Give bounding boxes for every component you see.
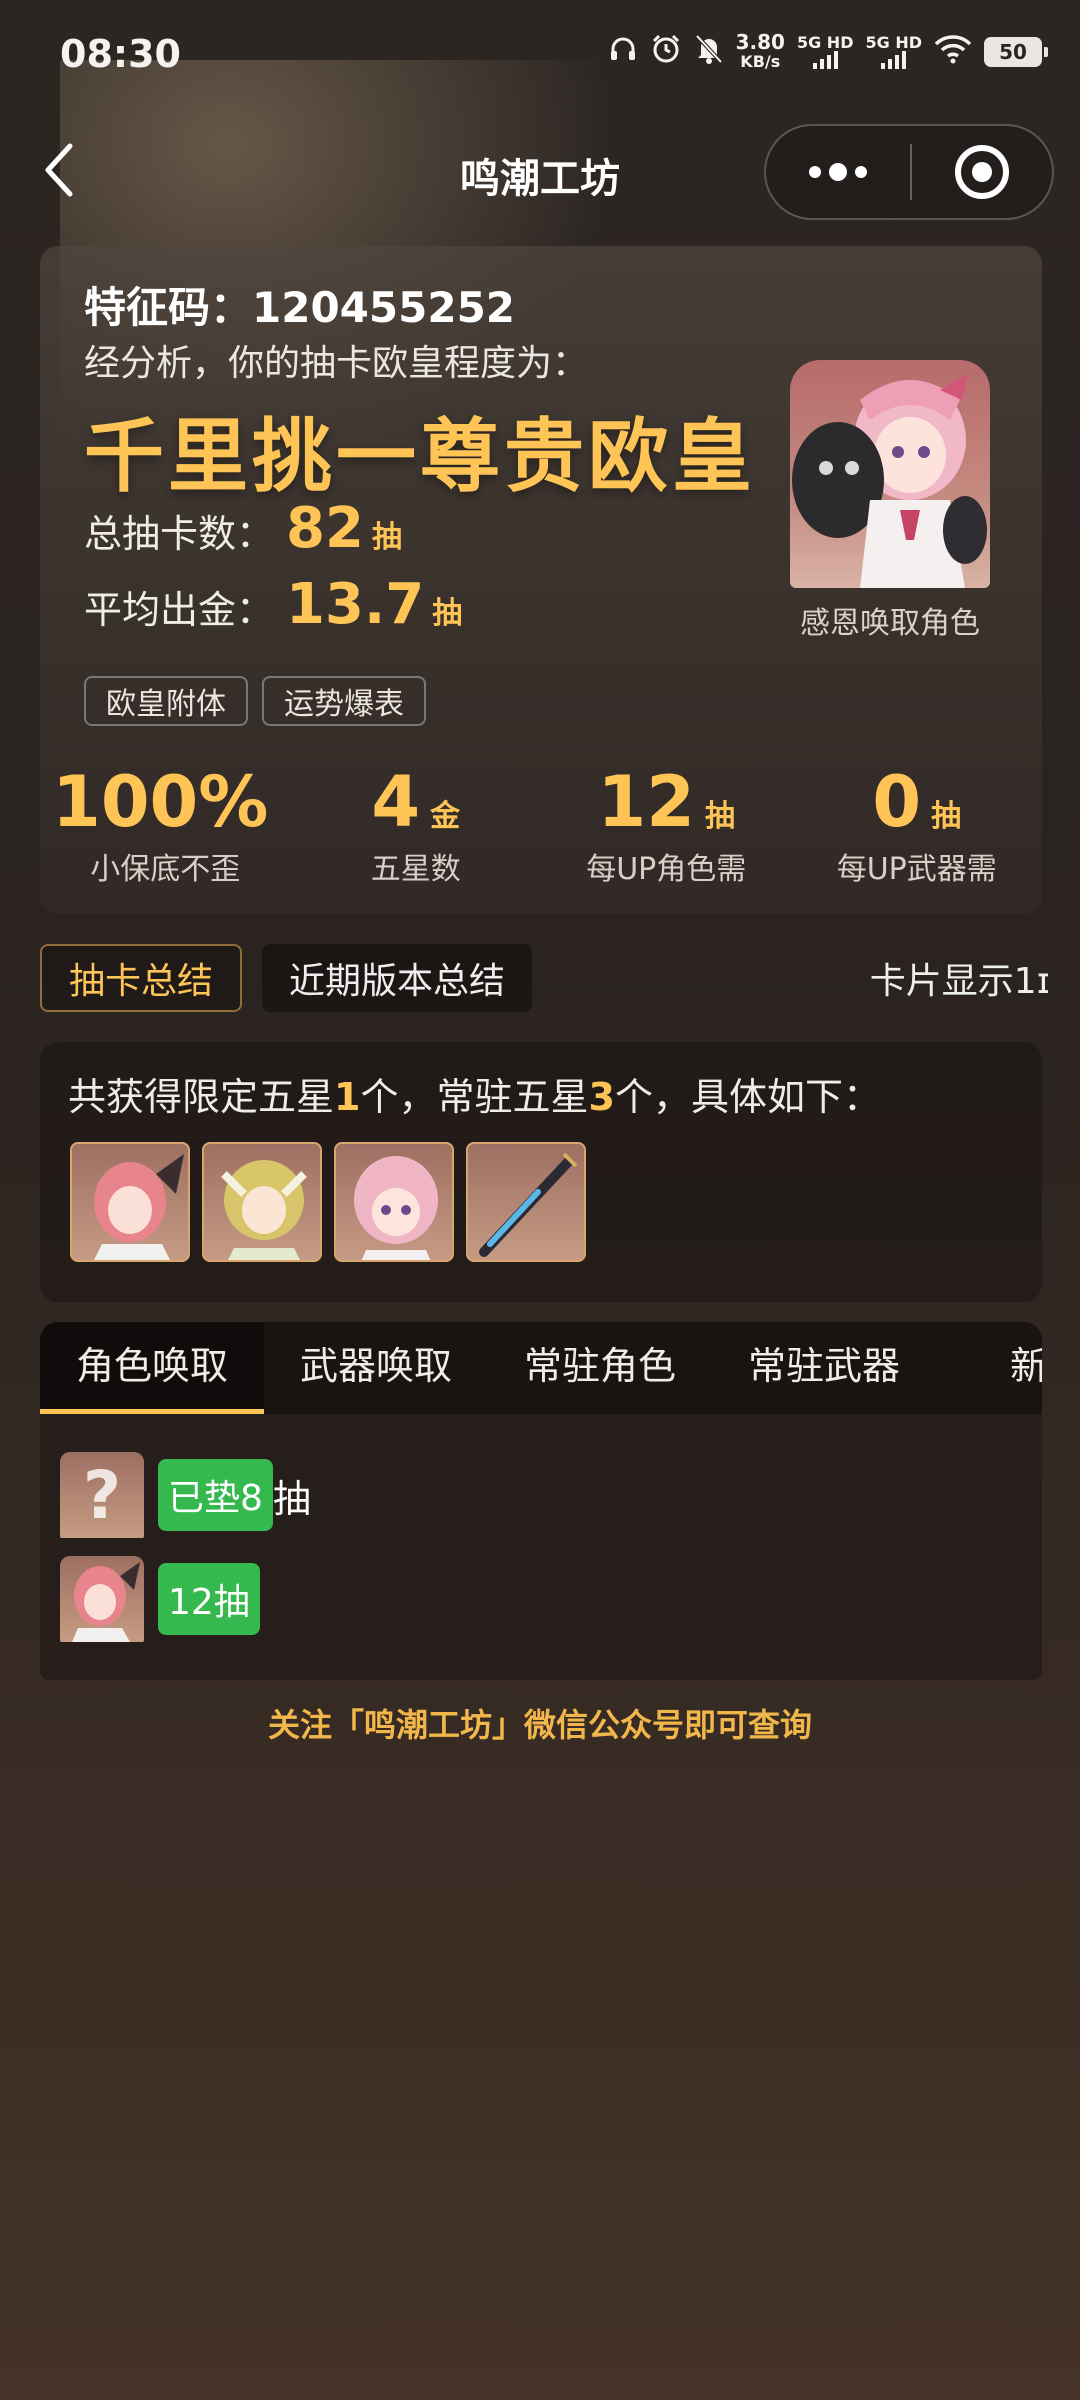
metric-value: 12 bbox=[597, 761, 695, 843]
total-pulls-label: 总抽卡数： bbox=[84, 512, 275, 556]
signal-1-label: 5G HD bbox=[796, 33, 854, 52]
signal-icon: 5G HD bbox=[796, 33, 854, 69]
tag: 欧皇附体 bbox=[84, 676, 248, 726]
wifi-icon bbox=[934, 34, 972, 71]
obtained-thumbnails bbox=[70, 1142, 586, 1262]
metrics-row: 100% 小保底不歪 4金 五星数 12 抽 每UP角色需 0抽 每UP武器需 bbox=[40, 762, 1042, 888]
summary-card: 特征码：120455252 经分析，你的抽卡欧皇程度为： 千里挑一尊贵欧皇 总抽… bbox=[40, 246, 1042, 914]
metric-value: 4 bbox=[371, 761, 421, 843]
footer-note: 关注「鸣潮工坊」微信公众号即可查询 bbox=[267, 1706, 812, 1744]
obtained-prefix: 共获得限定五星 bbox=[68, 1075, 335, 1119]
metric-label: 小保底不歪 bbox=[90, 852, 241, 887]
unknown-mark: ? bbox=[82, 1456, 122, 1534]
average-pulls: 平均出金： 13.7 抽 bbox=[84, 572, 462, 637]
tab-standard-weapon[interactable]: 常驻武器 bbox=[712, 1322, 936, 1414]
close-target-icon[interactable] bbox=[912, 126, 1052, 218]
metric-item: 4金 五星数 bbox=[291, 762, 542, 888]
pool-panel: 角色唤取 武器唤取 常驻角色 常驻武器 新手 ? 已垫8 抽 12抽 bbox=[40, 1322, 1042, 1680]
net-speed: 3.80 KB/s bbox=[736, 32, 785, 72]
alarm-icon bbox=[650, 33, 682, 72]
obtained-suffix: 个，具体如下： bbox=[614, 1075, 881, 1119]
pull-count-suffix: 抽 bbox=[272, 1476, 311, 1521]
pull-count-badge: 12抽 bbox=[158, 1563, 260, 1635]
pull-record: ? 已垫8 抽 bbox=[60, 1452, 311, 1538]
metric-unit: 抽 bbox=[931, 799, 962, 834]
nav-bar: 鸣潮工坊 bbox=[0, 120, 1080, 220]
more-icon[interactable] bbox=[766, 126, 910, 218]
average-pulls-value: 13.7 bbox=[286, 572, 425, 637]
tab-weapon-pull[interactable]: 武器唤取 bbox=[264, 1322, 488, 1414]
obtained-card: 共获得限定五星1个，常驻五星3个，具体如下： bbox=[40, 1042, 1042, 1302]
tab-pull-summary[interactable]: 抽卡总结 bbox=[40, 944, 242, 1012]
feature-code-value: 120455252 bbox=[252, 283, 516, 332]
metric-value: 0 bbox=[872, 761, 922, 843]
tag-list: 欧皇附体 运势爆表 bbox=[84, 676, 426, 726]
signal-icon: 5G HD bbox=[865, 35, 922, 69]
card-display-toggle[interactable]: 卡片显示1ɪ bbox=[870, 944, 1050, 1012]
status-bar: 08:30 3.80 KB/s 5G HD 5G HD 50 bbox=[0, 0, 1080, 110]
feature-code-label: 特征码： bbox=[84, 283, 253, 332]
metric-item: 12 抽 每UP角色需 bbox=[541, 762, 792, 888]
metric-unit: 金 bbox=[430, 799, 461, 834]
total-pulls-unit: 抽 bbox=[371, 520, 402, 555]
feature-code: 特征码：120455252 bbox=[84, 274, 515, 335]
battery-icon: 50 bbox=[984, 37, 1048, 67]
metric-item: 100% 小保底不歪 bbox=[40, 762, 291, 888]
tab-beginner[interactable]: 新手 bbox=[936, 1322, 1042, 1414]
tab-standard-character[interactable]: 常驻角色 bbox=[488, 1322, 712, 1414]
pull-count-badge: 已垫8 bbox=[158, 1459, 273, 1531]
mute-icon bbox=[694, 33, 724, 72]
summary-tabs: 抽卡总结 近期版本总结 卡片显示1ɪ bbox=[40, 944, 1050, 1014]
metric-label: 五星数 bbox=[370, 852, 461, 887]
metric-label: 每UP武器需 bbox=[836, 852, 997, 887]
net-speed-value: 3.80 bbox=[735, 30, 785, 54]
status-time: 08:30 bbox=[60, 32, 181, 76]
metric-item: 0抽 每UP武器需 bbox=[792, 762, 1043, 888]
tag: 运势爆表 bbox=[262, 676, 426, 726]
mini-program-capsule bbox=[764, 124, 1054, 220]
average-pulls-label: 平均出金： bbox=[84, 588, 275, 632]
signal-2-label: 5G HD bbox=[865, 33, 922, 52]
obtained-middle: 个，常驻五星 bbox=[360, 1075, 589, 1119]
metric-unit: 抽 bbox=[704, 799, 735, 834]
net-speed-unit: KB/s bbox=[740, 52, 781, 71]
character-thumbnail[interactable] bbox=[202, 1142, 322, 1262]
average-pulls-unit: 抽 bbox=[432, 596, 463, 631]
character-icon bbox=[60, 1556, 144, 1642]
tab-character-pull[interactable]: 角色唤取 bbox=[40, 1322, 264, 1414]
metric-label: 每UP角色需 bbox=[586, 852, 747, 887]
analysis-text: 经分析，你的抽卡欧皇程度为： bbox=[84, 343, 589, 384]
character-portrait bbox=[790, 360, 990, 588]
standard-count: 3 bbox=[588, 1075, 615, 1119]
character-thumbnail[interactable] bbox=[334, 1142, 454, 1262]
luck-rank: 千里挑一尊贵欧皇 bbox=[84, 410, 756, 503]
metric-value: 100% bbox=[52, 761, 269, 843]
status-icons: 3.80 KB/s 5G HD 5G HD 50 bbox=[608, 32, 1048, 72]
limited-count: 1 bbox=[334, 1075, 361, 1119]
portrait-caption: 感恩唤取角色 bbox=[800, 606, 980, 641]
pool-tabs: 角色唤取 武器唤取 常驻角色 常驻武器 新手 bbox=[40, 1322, 1042, 1414]
total-pulls-value: 82 bbox=[286, 496, 364, 561]
tab-recent-version-summary[interactable]: 近期版本总结 bbox=[262, 944, 532, 1012]
weapon-thumbnail[interactable] bbox=[466, 1142, 586, 1262]
character-thumbnail[interactable] bbox=[70, 1142, 190, 1262]
unknown-character-icon: ? bbox=[60, 1452, 144, 1538]
total-pulls: 总抽卡数： 82 抽 bbox=[84, 496, 402, 561]
pull-record: 12抽 bbox=[60, 1556, 260, 1642]
obtained-summary: 共获得限定五星1个，常驻五星3个，具体如下： bbox=[68, 1066, 881, 1121]
headphones-icon bbox=[608, 34, 638, 71]
